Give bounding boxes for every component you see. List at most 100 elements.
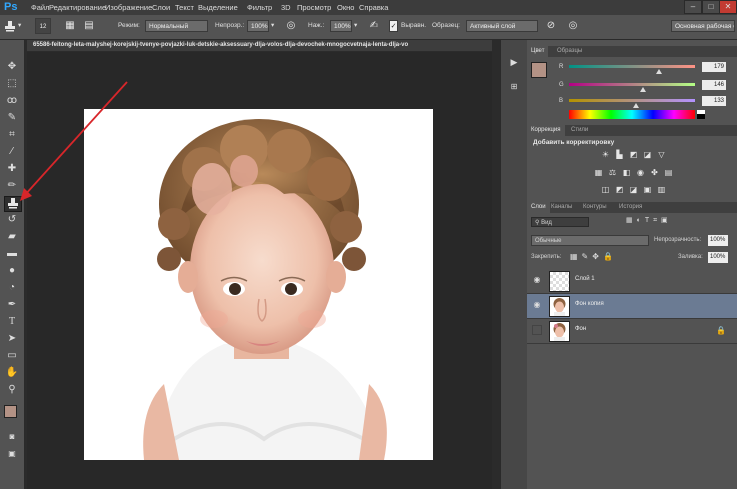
- menu-filter[interactable]: Фильтр: [247, 0, 272, 15]
- vibrance-icon[interactable]: ▽: [656, 150, 667, 160]
- visibility-eye-icon[interactable]: ◉: [532, 300, 542, 310]
- workspace-select[interactable]: Основная рабочая ср: [671, 20, 735, 32]
- curves-icon[interactable]: ◩: [628, 150, 639, 160]
- adjustments-heading: Добавить корректировку: [533, 139, 615, 146]
- tab-history[interactable]: История: [615, 202, 646, 213]
- color-lookup-icon[interactable]: ▤: [663, 168, 674, 178]
- airbrush-icon[interactable]: ✍: [367, 19, 381, 33]
- menu-view[interactable]: Просмотр: [297, 0, 331, 15]
- tablet-pressure-opacity-icon[interactable]: ◎: [284, 19, 298, 33]
- shape-icon[interactable]: ▭: [4, 349, 20, 363]
- quick-mask-icon[interactable]: ◙: [4, 430, 20, 444]
- annotation-arrow: [20, 81, 128, 201]
- layer-opacity-label: Непрозрачность:: [654, 237, 702, 243]
- layer-thumbnail: [549, 271, 570, 292]
- layer-name: Фон копия: [575, 301, 604, 307]
- layer-row-selected[interactable]: ◉ Фон копия: [527, 294, 737, 319]
- clone-source-panel-icon[interactable]: ⊞: [508, 82, 520, 94]
- tab-styles[interactable]: Стили: [567, 125, 592, 136]
- tab-paths[interactable]: Контуры: [579, 202, 611, 213]
- color-panel-tabs: Цвет Образцы: [527, 46, 737, 57]
- levels-icon[interactable]: ▙: [614, 150, 625, 160]
- layers-panel-tabs: Слои Каналы Контуры История: [527, 202, 737, 213]
- tablet-pressure-size-icon[interactable]: ◎: [566, 19, 580, 33]
- blend-mode-select[interactable]: Обычные: [531, 235, 649, 246]
- adjustments-panel-tabs: Коррекция Стили: [527, 125, 737, 136]
- layer-thumbnail: [549, 321, 570, 342]
- sample-select[interactable]: Активный слой: [466, 20, 538, 32]
- aligned-label: Выравн.: [401, 22, 427, 29]
- menu-window[interactable]: Окно: [337, 0, 354, 15]
- ignore-adjustment-layers-icon[interactable]: ⊘: [544, 19, 558, 33]
- green-channel-slider[interactable]: [569, 83, 695, 86]
- aligned-checkbox[interactable]: ✓: [389, 20, 398, 32]
- eraser-icon[interactable]: ▰: [4, 230, 20, 244]
- tab-color[interactable]: Цвет: [527, 46, 549, 57]
- type-icon[interactable]: T: [4, 315, 20, 329]
- lock-icons[interactable]: ▦✎✥🔒: [570, 252, 617, 261]
- gradient-map-icon[interactable]: ▥: [656, 185, 667, 195]
- visibility-toggle-off[interactable]: [532, 325, 542, 335]
- panels-column: Цвет Образцы R 179 G 146 B 133 Коррекция…: [527, 40, 737, 489]
- blue-channel-slider[interactable]: [569, 99, 695, 102]
- posterize-icon[interactable]: ◩: [614, 185, 625, 195]
- menu-layers[interactable]: Слои: [152, 0, 170, 15]
- gradient-icon[interactable]: ▬: [4, 247, 20, 261]
- layer-row[interactable]: ◉ Слой 1: [527, 269, 737, 294]
- panel-foreground-swatch[interactable]: [531, 62, 547, 78]
- red-channel-value[interactable]: 179: [702, 62, 726, 72]
- mode-select[interactable]: Нормальный: [145, 20, 208, 32]
- close-button[interactable]: ✕: [719, 0, 737, 14]
- layer-filter-icons[interactable]: ▦◐T⌗▣: [626, 216, 721, 228]
- lock-label: Закрепить:: [531, 254, 562, 260]
- opacity-label: Непрозр.:: [215, 22, 245, 29]
- opacity-input[interactable]: 100%: [247, 20, 269, 32]
- layer-opacity-input[interactable]: 100%: [708, 235, 728, 246]
- color-balance-icon[interactable]: ⚖: [607, 168, 618, 178]
- photo-filter-icon[interactable]: ◉: [635, 168, 646, 178]
- minimize-button[interactable]: –: [684, 0, 702, 14]
- channel-mixer-icon[interactable]: ✤: [649, 168, 660, 178]
- history-brush-icon[interactable]: ↺: [4, 213, 20, 227]
- green-slider-thumb[interactable]: [640, 87, 646, 92]
- exposure-icon[interactable]: ◪: [642, 150, 653, 160]
- fill-input[interactable]: 100%: [708, 252, 728, 263]
- selective-color-icon[interactable]: ▣: [642, 185, 653, 195]
- blue-channel-label: B: [559, 98, 564, 104]
- menu-type[interactable]: Текст: [175, 0, 194, 15]
- flow-input[interactable]: 100%: [330, 20, 352, 32]
- tab-adjustments[interactable]: Коррекция: [527, 125, 565, 136]
- maximize-button[interactable]: □: [702, 0, 720, 14]
- layer-thumbnail: [549, 296, 570, 317]
- color-spectrum-bar[interactable]: [569, 110, 695, 119]
- hand-icon[interactable]: ✋: [4, 366, 20, 380]
- threshold-icon[interactable]: ◪: [628, 185, 639, 195]
- menu-help[interactable]: Справка: [359, 0, 388, 15]
- dodge-icon[interactable]: ◔: [4, 281, 20, 295]
- invert-icon[interactable]: ◫: [600, 185, 611, 195]
- menu-select[interactable]: Выделение: [198, 0, 238, 15]
- tab-channels[interactable]: Каналы: [547, 202, 576, 213]
- blue-slider-thumb[interactable]: [633, 103, 639, 108]
- visibility-eye-icon[interactable]: ◉: [532, 275, 542, 285]
- menu-3d[interactable]: 3D: [281, 0, 291, 15]
- fill-label: Заливка:: [678, 254, 703, 260]
- brightness-contrast-icon[interactable]: ☀: [600, 150, 611, 160]
- layer-row[interactable]: Фон 🔒: [527, 319, 737, 344]
- layer-filter-select[interactable]: ⚲ Вид: [531, 217, 589, 227]
- blur-icon[interactable]: ●: [4, 264, 20, 278]
- red-slider-thumb[interactable]: [656, 69, 662, 74]
- hue-saturation-icon[interactable]: ▦: [593, 168, 604, 178]
- red-channel-slider[interactable]: [569, 65, 695, 68]
- play-actions-icon[interactable]: ▶: [508, 57, 520, 69]
- foreground-color-swatch[interactable]: [4, 405, 17, 418]
- path-select-icon[interactable]: ➤: [4, 332, 20, 346]
- pen-icon[interactable]: ✒: [4, 298, 20, 312]
- blue-channel-value[interactable]: 133: [702, 96, 726, 106]
- green-channel-value[interactable]: 146: [702, 80, 726, 90]
- zoom-icon[interactable]: ⚲: [4, 383, 20, 397]
- collapsed-panel-dock: ▶ ⊞: [500, 40, 528, 489]
- tab-swatches[interactable]: Образцы: [553, 46, 586, 57]
- screen-mode-icon[interactable]: ▣: [4, 447, 20, 461]
- black-white-icon[interactable]: ◧: [621, 168, 632, 178]
